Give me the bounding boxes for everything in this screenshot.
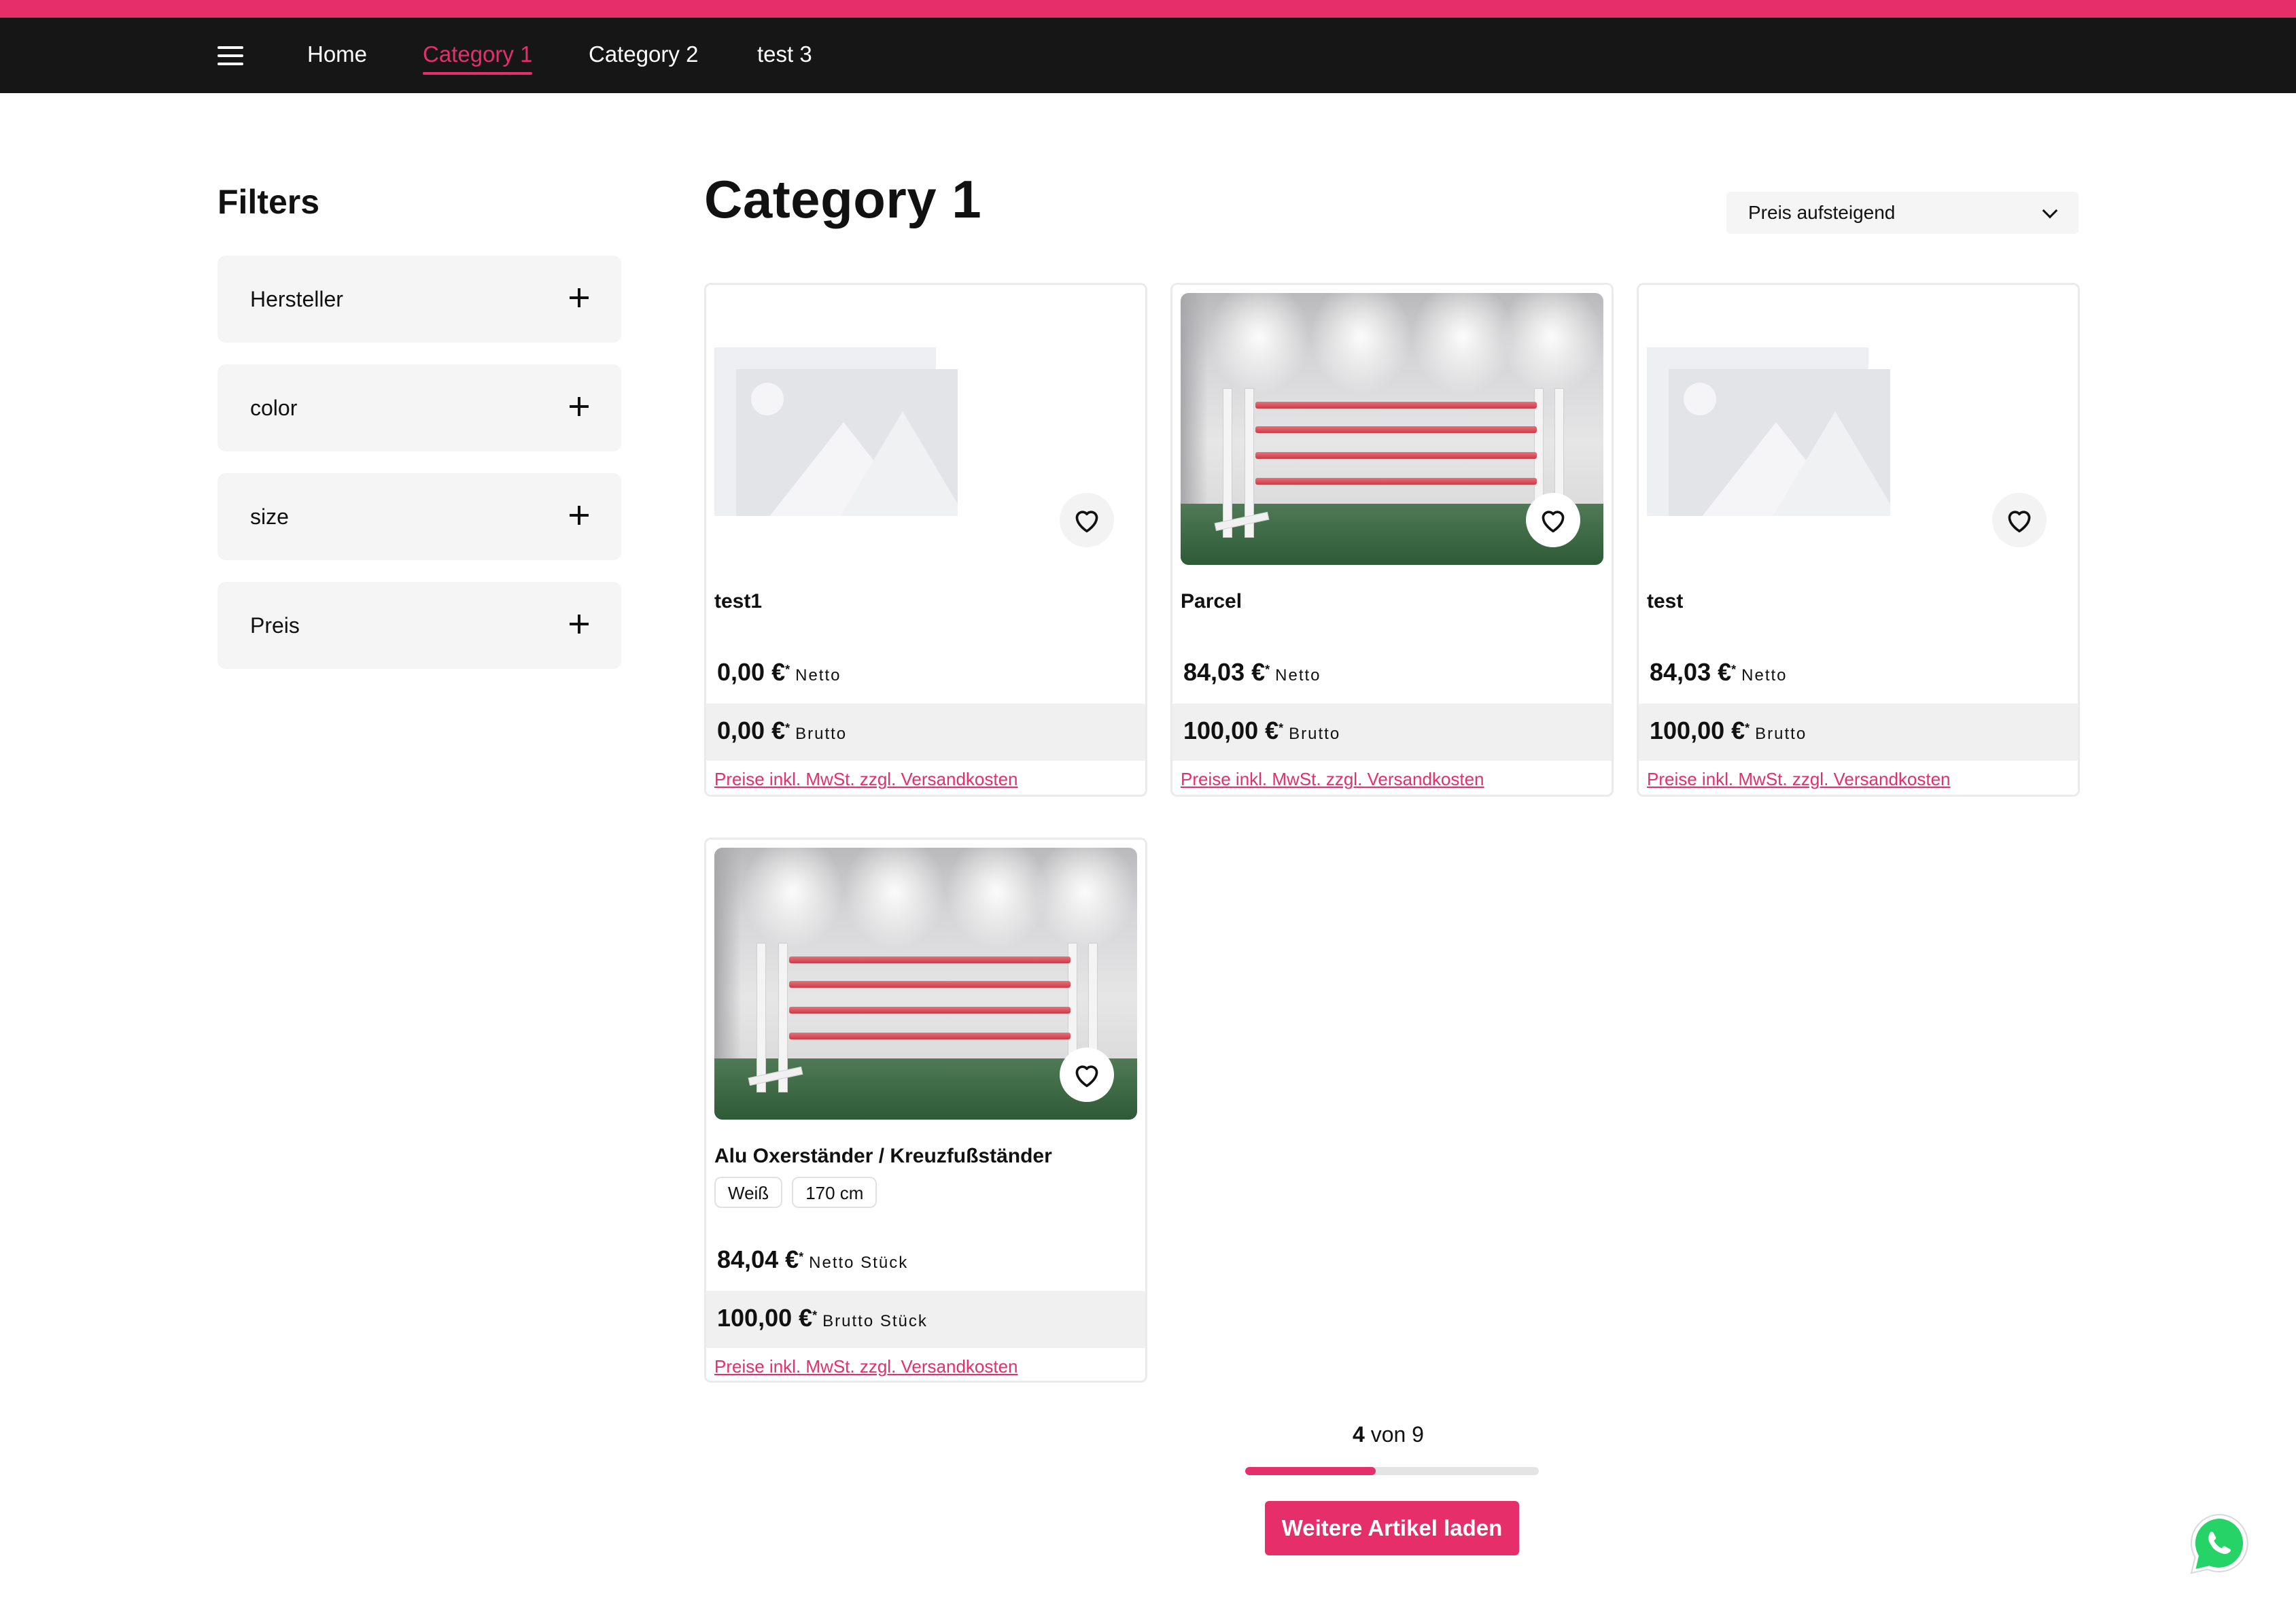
net-price: 84,03 €* Netto <box>1183 658 1321 686</box>
nav-category-1[interactable]: Category 1 <box>423 38 533 75</box>
gross-price: 100,00 €* Brutto <box>1650 717 1807 744</box>
filter-label: color <box>250 396 298 420</box>
product-name[interactable]: Alu Oxerständer / Kreuzfußständer <box>714 1144 1052 1169</box>
load-progress-fill <box>1245 1467 1376 1475</box>
load-progress-bar <box>1245 1467 1539 1475</box>
product-card[interactable]: test 84,03 €* Netto 100,00 €* Brutto Preis… <box>1637 283 2080 797</box>
gross-price: 100,00 €* Brutto <box>1183 717 1341 744</box>
wishlist-heart-button[interactable] <box>1060 493 1114 547</box>
sort-selected-value: Preis aufsteigend <box>1748 202 1896 223</box>
heart-icon <box>1075 1065 1098 1088</box>
main-navigation: Home Category 1 Category 2 test 3 <box>0 18 2296 93</box>
filters-heading: Filters <box>218 183 320 221</box>
filter-hersteller[interactable]: Hersteller <box>218 256 621 343</box>
accent-top-bar <box>0 0 2296 18</box>
heart-icon <box>1542 511 1565 533</box>
variant-chip: Weiß <box>714 1177 783 1208</box>
chevron-down-icon <box>2042 203 2058 219</box>
tax-shipping-link[interactable]: Preise inkl. MwSt. zzgl. Versandkosten <box>714 1356 1018 1377</box>
plus-icon <box>570 288 589 307</box>
product-count: 4 von 9 <box>1353 1422 1424 1447</box>
sort-select[interactable]: Preis aufsteigend <box>1726 192 2078 234</box>
product-name[interactable]: test1 <box>714 589 762 614</box>
gross-price-row: 0,00 €* Brutto <box>706 704 1145 761</box>
filter-preis[interactable]: Preis <box>218 582 621 669</box>
tax-shipping-link[interactable]: Preise inkl. MwSt. zzgl. Versandkosten <box>1647 769 1951 789</box>
variant-options: Weiß 170 cm <box>714 1177 886 1208</box>
net-price: 84,03 €* Netto <box>1650 658 1788 686</box>
page-title: Category 1 <box>704 169 982 229</box>
load-more-button[interactable]: Weitere Artikel laden <box>1265 1501 1519 1555</box>
plus-icon <box>570 397 589 416</box>
gross-price-row: 100,00 €* Brutto Stück <box>706 1291 1145 1348</box>
plus-icon <box>570 506 589 525</box>
product-card[interactable]: Parcel 84,03 €* Netto 100,00 €* Brutto Pre… <box>1170 283 1614 797</box>
gross-price-row: 100,00 €* Brutto <box>1172 704 1612 761</box>
filter-label: size <box>250 504 289 529</box>
net-price: 84,04 €* Netto Stück <box>717 1245 909 1273</box>
plus-icon <box>570 615 589 634</box>
nav-category-2[interactable]: Category 2 <box>589 38 698 71</box>
heart-icon <box>1075 511 1098 533</box>
gross-price-row: 100,00 €* Brutto <box>1639 704 2078 761</box>
filter-color[interactable]: color <box>218 364 621 451</box>
product-name[interactable]: Parcel <box>1181 589 1242 614</box>
wishlist-heart-button[interactable] <box>1526 493 1580 547</box>
variant-chip: 170 cm <box>792 1177 877 1208</box>
wishlist-heart-button[interactable] <box>1060 1048 1114 1102</box>
tax-shipping-link[interactable]: Preise inkl. MwSt. zzgl. Versandkosten <box>714 769 1018 789</box>
hamburger-menu-icon[interactable] <box>218 44 250 68</box>
filter-size[interactable]: size <box>218 473 621 560</box>
gross-price: 0,00 €* Brutto <box>717 717 848 744</box>
filter-label: Hersteller <box>250 287 343 311</box>
wishlist-heart-button[interactable] <box>1992 493 2047 547</box>
gross-price: 100,00 €* Brutto Stück <box>717 1304 928 1332</box>
product-card[interactable]: test1 0,00 €* Netto 0,00 €* Brutto Preise … <box>704 283 1147 797</box>
net-price: 0,00 €* Netto <box>717 658 841 686</box>
product-card[interactable]: Alu Oxerständer / Kreuzfußständer Weiß 17… <box>704 838 1147 1383</box>
whatsapp-icon[interactable] <box>2186 1511 2254 1578</box>
product-name[interactable]: test <box>1647 589 1683 614</box>
nav-test-3[interactable]: test 3 <box>757 38 812 71</box>
tax-shipping-link[interactable]: Preise inkl. MwSt. zzgl. Versandkosten <box>1181 769 1484 789</box>
filter-label: Preis <box>250 613 300 638</box>
nav-home[interactable]: Home <box>307 38 367 71</box>
heart-icon <box>2008 511 2031 533</box>
